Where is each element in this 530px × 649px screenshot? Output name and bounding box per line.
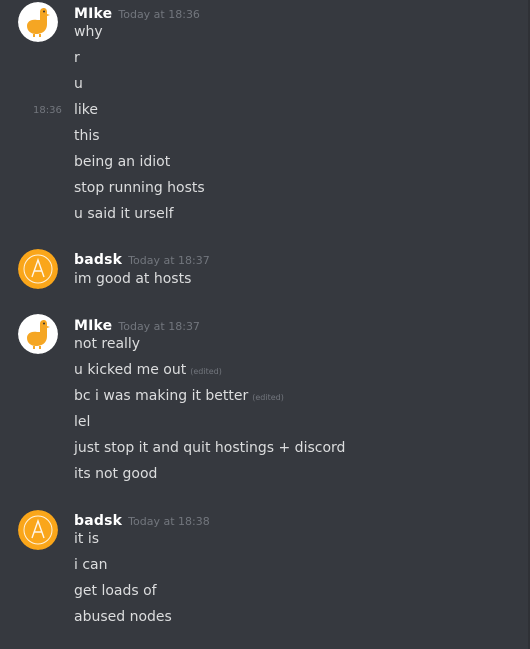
avatar[interactable]	[18, 2, 58, 42]
message-content: bc i was making it better	[74, 388, 249, 404]
message-timestamp: Today at 18:36	[118, 8, 200, 21]
username[interactable]: MIke	[74, 318, 112, 334]
message-text: being an idiot	[74, 154, 171, 170]
message-timestamp: Today at 18:37	[118, 320, 200, 333]
message-text: lel	[74, 414, 91, 430]
badsk-logo-icon	[18, 510, 58, 550]
message-group: MIke Today at 18:36 why r u 18:36 like th…	[0, 0, 520, 230]
message-text: u kicked me out (edited)	[74, 362, 222, 378]
message-header: badsk Today at 18:38	[74, 510, 210, 529]
username[interactable]: MIke	[74, 6, 112, 22]
message-group: MIke Today at 18:37 not really u kicked m…	[0, 312, 520, 492]
message-text: stop running hosts	[74, 180, 205, 196]
message-header: MIke Today at 18:37	[74, 315, 200, 334]
edited-marker: (edited)	[190, 367, 222, 376]
message-group: badsk Today at 18:38 it is i can get load…	[0, 507, 520, 637]
message-text: like	[74, 102, 99, 118]
message-header: badsk Today at 18:37	[74, 249, 210, 268]
message-text: im good at hosts	[74, 271, 192, 287]
message-group: badsk Today at 18:37 im good at hosts	[0, 246, 520, 296]
message-timestamp: Today at 18:37	[128, 254, 210, 267]
message-header: MIke Today at 18:36	[74, 3, 200, 22]
message-text: why	[74, 24, 103, 40]
message-text: not really	[74, 336, 141, 352]
avatar[interactable]	[18, 314, 58, 354]
hover-timestamp: 18:36	[33, 105, 62, 116]
message-text: it is	[74, 531, 100, 547]
message-timestamp: Today at 18:38	[128, 515, 210, 528]
avatar[interactable]	[18, 249, 58, 289]
message-text: just stop it and quit hostings + discord	[74, 440, 346, 456]
edited-marker: (edited)	[252, 393, 284, 402]
goose-icon	[18, 314, 58, 354]
message-text: i can	[74, 557, 108, 573]
message-text: r	[74, 50, 80, 66]
goose-icon	[18, 2, 58, 42]
message-text: its not good	[74, 466, 158, 482]
message-text: u	[74, 76, 83, 92]
message-content: u kicked me out	[74, 362, 187, 378]
avatar[interactable]	[18, 510, 58, 550]
message-text: get loads of	[74, 583, 157, 599]
message-text: u said it urself	[74, 206, 174, 222]
username[interactable]: badsk	[74, 513, 122, 529]
message-text: abused nodes	[74, 609, 172, 625]
username[interactable]: badsk	[74, 252, 122, 268]
message-text: this	[74, 128, 100, 144]
badsk-logo-icon	[18, 249, 58, 289]
message-text: bc i was making it better (edited)	[74, 388, 284, 404]
